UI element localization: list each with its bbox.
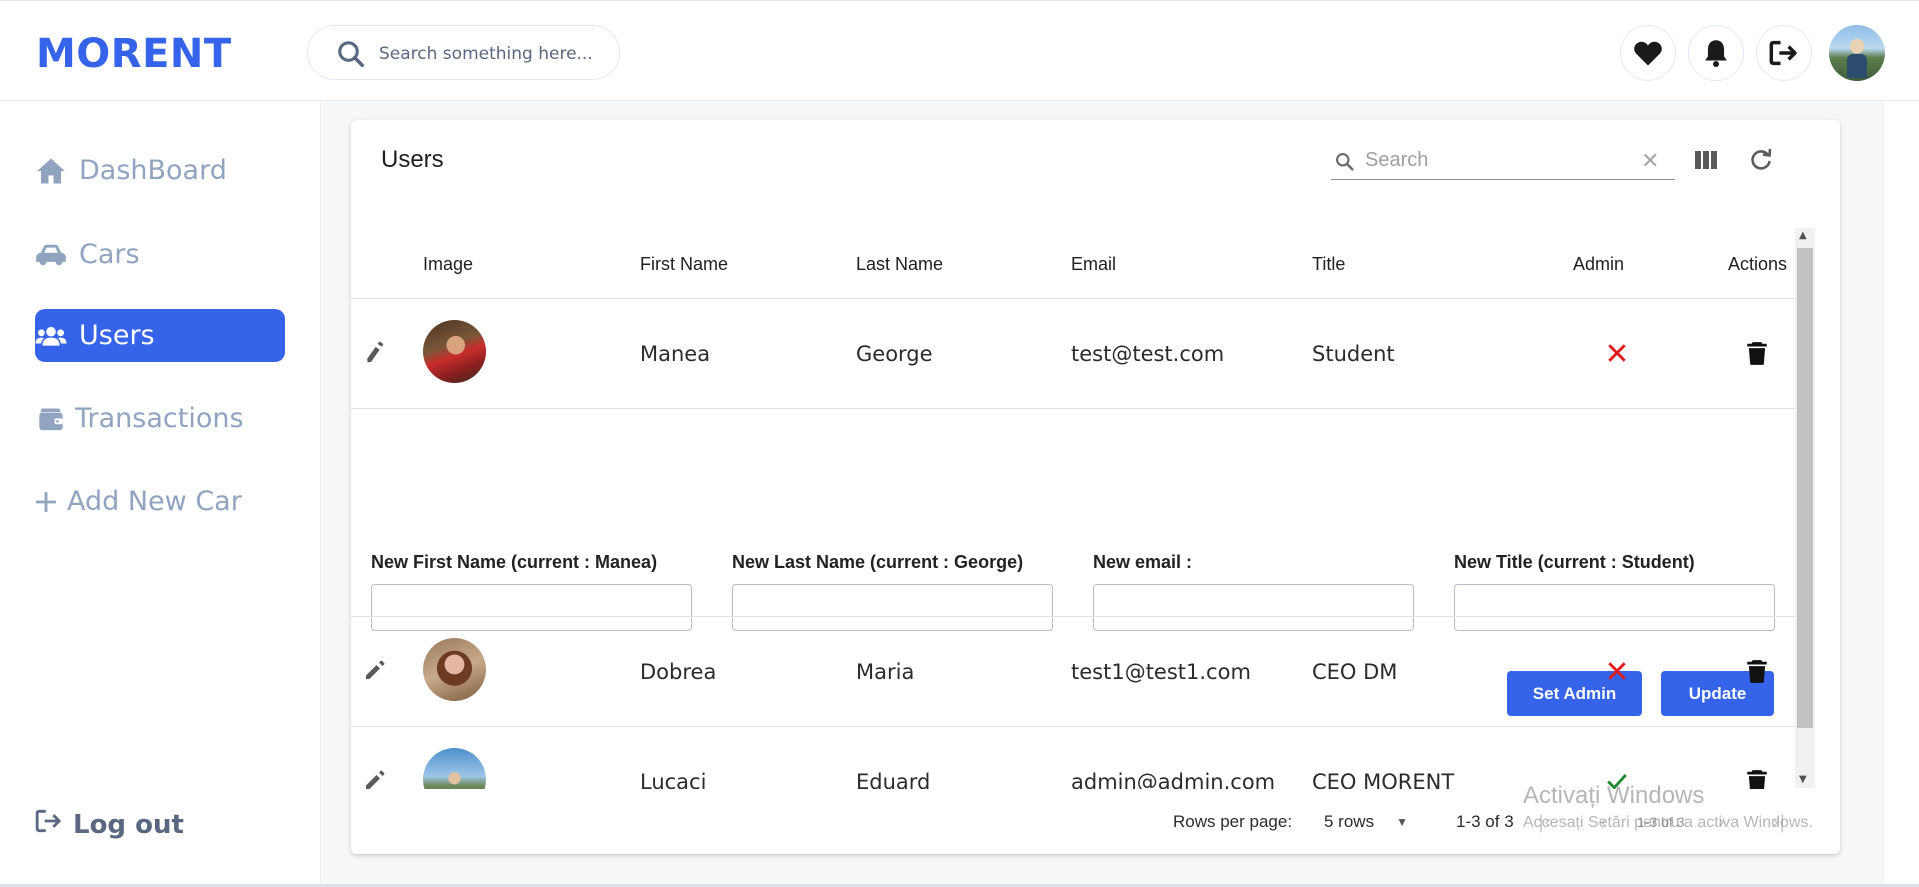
delete-icon[interactable] xyxy=(1746,658,1768,688)
edit-icon[interactable] xyxy=(363,658,387,686)
sidebar-item-label: Transactions xyxy=(75,403,244,434)
edit-icon[interactable] xyxy=(363,340,387,368)
sidebar-item-label: DashBoard xyxy=(79,155,227,186)
table-row: Lucaci Eduard admin@admin.com CEO MORENT xyxy=(351,727,1795,789)
chevron-down-icon: ▼ xyxy=(1396,815,1408,829)
rows-per-page-value: 5 rows xyxy=(1324,812,1375,831)
sidebar-item-add-new-car[interactable]: Add New Car xyxy=(35,475,285,528)
cell-title: Student xyxy=(1312,342,1395,366)
cell-last-name: Maria xyxy=(856,660,915,684)
sidebar-item-cars[interactable]: Cars xyxy=(35,228,285,281)
row-divider xyxy=(351,616,1795,617)
clear-search-icon[interactable]: ✕ xyxy=(1641,149,1659,174)
avatar xyxy=(423,320,486,383)
global-search-placeholder: Search something here... xyxy=(379,44,593,64)
favorites-button[interactable] xyxy=(1620,25,1676,81)
column-header-last-name[interactable]: Last Name xyxy=(856,254,943,275)
pagination-range: 1-3 of 3 xyxy=(1456,812,1514,831)
home-icon xyxy=(35,155,67,187)
sidebar-item-transactions[interactable]: Transactions xyxy=(35,392,285,445)
logout-label: Log out xyxy=(73,809,184,840)
new-last-name-input[interactable] xyxy=(732,584,1053,631)
rows-per-page-label: Rows per page: xyxy=(1173,812,1293,831)
users-table-panel: Users ✕ Image First Name Last Name Email… xyxy=(351,120,1840,854)
column-header-image[interactable]: Image xyxy=(423,254,473,275)
new-last-name-label: New Last Name (current : George) xyxy=(732,552,1024,572)
delete-icon[interactable] xyxy=(1746,340,1768,370)
cell-first-name: Manea xyxy=(640,342,711,366)
new-email-input[interactable] xyxy=(1093,584,1414,631)
car-icon xyxy=(35,239,67,271)
not-admin-x-icon xyxy=(1606,342,1628,368)
wallet-icon xyxy=(35,403,67,435)
notifications-button[interactable] xyxy=(1688,25,1744,81)
top-bar: MORENT Search something here... xyxy=(0,0,1919,101)
cell-email: test1@test1.com xyxy=(1071,660,1251,684)
cell-title: CEO DM xyxy=(1312,660,1398,684)
bell-icon xyxy=(1705,40,1727,67)
logout-icon xyxy=(35,808,63,841)
logout-button[interactable]: Log out xyxy=(35,808,184,841)
refresh-button[interactable] xyxy=(1747,146,1775,174)
logout-top-button[interactable] xyxy=(1756,25,1812,81)
avatar xyxy=(423,748,486,789)
cell-last-name: Eduard xyxy=(856,770,931,789)
view-columns-button[interactable] xyxy=(1692,146,1720,174)
sidebar: DashBoard Cars Users Transactions Add Ne… xyxy=(0,101,321,887)
not-admin-x-icon xyxy=(1606,660,1628,686)
app-logo[interactable]: MORENT xyxy=(36,31,232,77)
plus-icon xyxy=(35,486,57,518)
global-search[interactable]: Search something here... xyxy=(307,25,620,80)
sidebar-item-users[interactable]: Users xyxy=(35,309,285,362)
column-header-email[interactable]: Email xyxy=(1071,254,1116,275)
cell-first-name: Dobrea xyxy=(640,660,717,684)
column-header-title[interactable]: Title xyxy=(1312,254,1345,275)
edit-icon[interactable] xyxy=(363,768,387,789)
sidebar-item-dashboard[interactable]: DashBoard xyxy=(35,144,285,197)
search-icon xyxy=(1334,151,1355,176)
refresh-icon xyxy=(1751,148,1772,170)
new-first-name-label: New First Name (current : Manea) xyxy=(371,552,658,572)
cell-email: admin@admin.com xyxy=(1071,770,1276,789)
windows-activation-watermark: Activați Windows Accesați Setări pentru … xyxy=(1523,782,1813,832)
users-icon xyxy=(35,320,67,352)
columns-icon xyxy=(1695,151,1717,169)
rows-per-page-select[interactable]: 5 rows ▼ xyxy=(1324,812,1408,832)
table-search-input[interactable] xyxy=(1365,146,1635,174)
table-title: Users xyxy=(381,146,444,173)
new-email-label: New email : xyxy=(1093,552,1193,572)
new-title-input[interactable] xyxy=(1454,584,1775,631)
row-divider xyxy=(351,408,1795,409)
scroll-up-arrow[interactable]: ▲ xyxy=(1799,230,1807,241)
cell-last-name: George xyxy=(856,342,933,366)
cell-email: test@test.com xyxy=(1071,342,1225,366)
cell-first-name: Lucaci xyxy=(640,770,707,789)
column-header-first-name[interactable]: First Name xyxy=(640,254,728,275)
table-search: ✕ xyxy=(1331,140,1675,180)
new-first-name-input[interactable] xyxy=(371,584,692,631)
watermark-line2: Accesați Setări pentru a activa Windows. xyxy=(1523,814,1813,831)
column-header-admin[interactable]: Admin xyxy=(1573,254,1624,275)
table-scrollbar-thumb[interactable] xyxy=(1797,248,1813,728)
search-icon xyxy=(338,41,364,67)
logout-icon xyxy=(1769,40,1797,66)
column-header-actions: Actions xyxy=(1728,254,1788,274)
sidebar-item-label: Add New Car xyxy=(67,486,242,517)
new-title-label: New Title (current : Student) xyxy=(1454,552,1695,572)
cell-title: CEO MORENT xyxy=(1312,770,1455,789)
sidebar-item-label: Users xyxy=(79,320,155,351)
header-divider xyxy=(351,298,1795,299)
user-avatar[interactable] xyxy=(1829,25,1885,81)
avatar xyxy=(423,638,486,701)
sidebar-item-label: Cars xyxy=(79,239,140,270)
watermark-line1: Activați Windows xyxy=(1523,782,1705,809)
heart-icon xyxy=(1634,41,1662,66)
